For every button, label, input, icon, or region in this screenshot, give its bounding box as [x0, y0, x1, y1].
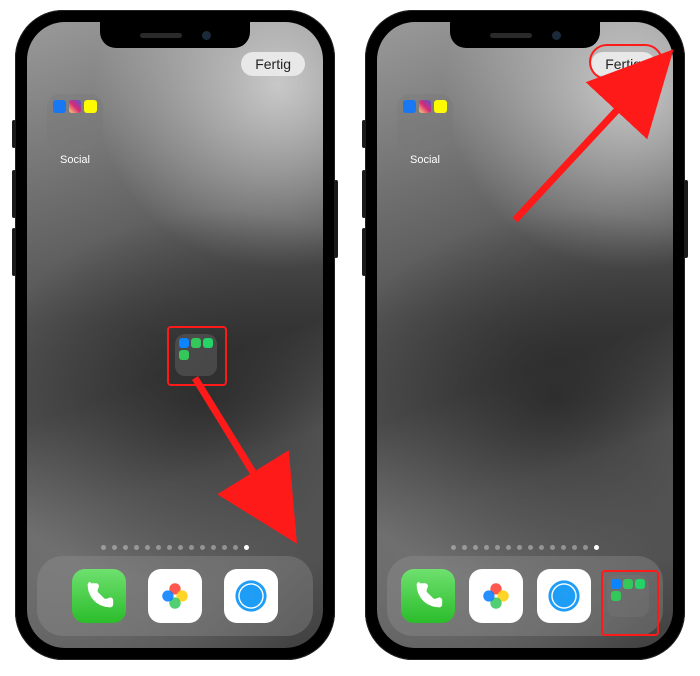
- folder-dragged[interactable]: [175, 334, 217, 376]
- iphone-left: Fertig Social: [15, 10, 335, 660]
- power-button[interactable]: [334, 180, 338, 258]
- notch: [100, 22, 250, 48]
- whatsapp-icon: [635, 579, 645, 589]
- whatsapp-icon: [203, 338, 213, 348]
- facetime-icon: [623, 579, 633, 589]
- phone-app[interactable]: [72, 569, 126, 623]
- messages2-icon: [179, 350, 189, 360]
- folder-social[interactable]: Social: [397, 94, 453, 150]
- safari-icon: [547, 579, 581, 613]
- snapchat-icon: [434, 100, 447, 113]
- folder-label: Social: [60, 154, 90, 166]
- phone-icon: [411, 579, 445, 613]
- snapchat-icon: [84, 100, 97, 113]
- phone-app[interactable]: [401, 569, 455, 623]
- dock[interactable]: [387, 556, 663, 636]
- folder-social[interactable]: Social: [47, 94, 103, 150]
- notch: [450, 22, 600, 48]
- volume-down-button[interactable]: [362, 228, 366, 276]
- photos-icon: [158, 579, 192, 613]
- page-indicator[interactable]: [377, 545, 673, 550]
- mute-switch[interactable]: [362, 120, 366, 148]
- instagram-icon: [69, 100, 82, 113]
- done-button[interactable]: Fertig: [241, 52, 305, 76]
- volume-up-button[interactable]: [362, 170, 366, 218]
- power-button[interactable]: [684, 180, 688, 258]
- facetime-icon: [191, 338, 201, 348]
- iphone-right: Fertig Social: [365, 10, 685, 660]
- mute-switch[interactable]: [12, 120, 16, 148]
- facebook-icon: [53, 100, 66, 113]
- photos-icon: [479, 579, 513, 613]
- home-screen[interactable]: Fertig Social: [27, 22, 323, 648]
- volume-down-button[interactable]: [12, 228, 16, 276]
- messages-icon: [179, 338, 189, 348]
- home-screen[interactable]: Fertig Social: [377, 22, 673, 648]
- safari-app[interactable]: [224, 569, 278, 623]
- facebook-icon: [403, 100, 416, 113]
- page-indicator[interactable]: [27, 545, 323, 550]
- dock-folder[interactable]: [607, 575, 649, 617]
- folder-label: Social: [410, 154, 440, 166]
- instagram-icon: [419, 100, 432, 113]
- photos-app[interactable]: [469, 569, 523, 623]
- safari-app[interactable]: [537, 569, 591, 623]
- phone-icon: [82, 579, 116, 613]
- dock[interactable]: [37, 556, 313, 636]
- messages2-icon: [611, 591, 621, 601]
- done-button[interactable]: Fertig: [591, 52, 655, 76]
- photos-app[interactable]: [148, 569, 202, 623]
- messages-icon: [611, 579, 621, 589]
- safari-icon: [234, 579, 268, 613]
- volume-up-button[interactable]: [12, 170, 16, 218]
